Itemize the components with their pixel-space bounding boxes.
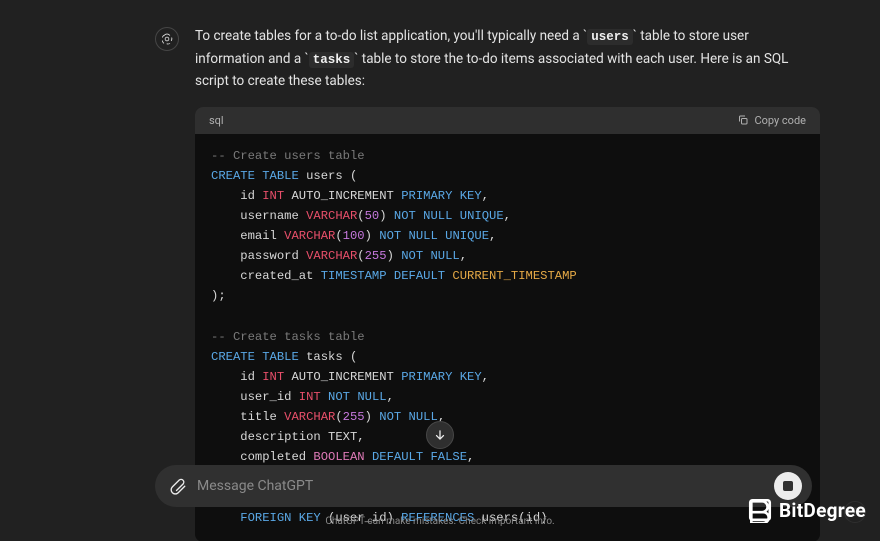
arrow-down-icon bbox=[433, 428, 447, 442]
code-lang-label: sql bbox=[209, 114, 224, 127]
copy-code-label: Copy code bbox=[754, 114, 806, 127]
openai-icon bbox=[160, 32, 174, 46]
assistant-text: To create tables for a to-do list applic… bbox=[195, 25, 820, 93]
code-header: sql Copy code bbox=[195, 107, 820, 134]
copy-code-button[interactable]: Copy code bbox=[737, 114, 806, 127]
chat-input-bar[interactable]: Message ChatGPT bbox=[155, 465, 812, 507]
copy-icon bbox=[737, 114, 749, 126]
assistant-message: To create tables for a to-do list applic… bbox=[155, 25, 820, 93]
inline-code-users: users bbox=[587, 29, 633, 45]
assistant-avatar bbox=[155, 27, 179, 51]
bitdegree-logo-icon bbox=[747, 497, 773, 523]
attachment-icon[interactable] bbox=[169, 477, 187, 495]
stop-icon bbox=[783, 481, 793, 491]
chat-input-placeholder: Message ChatGPT bbox=[197, 478, 774, 494]
inline-code-tasks: tasks bbox=[309, 52, 355, 68]
stop-button[interactable] bbox=[774, 472, 802, 500]
bitdegree-logo-text: BitDegree bbox=[779, 499, 866, 522]
scroll-down-button[interactable] bbox=[426, 421, 454, 449]
bitdegree-watermark: BitDegree bbox=[747, 497, 866, 523]
